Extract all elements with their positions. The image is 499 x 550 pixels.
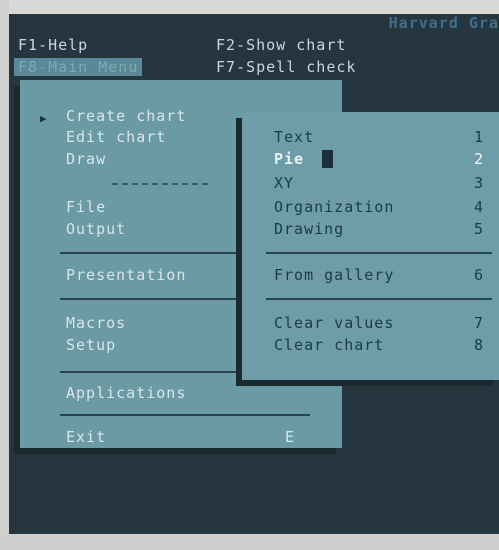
f1-help-key[interactable]: F1-Help (18, 36, 88, 54)
submenu-key-text: 1 (474, 128, 484, 146)
menu-item-output[interactable]: Output (66, 220, 126, 238)
menu-item-applications[interactable]: Applications (66, 384, 186, 402)
menu-item-create-chart[interactable]: Create chart (66, 107, 186, 125)
menu-item-edit-chart[interactable]: Edit chart (66, 128, 166, 146)
selection-arrow-icon: ▶ (40, 112, 47, 125)
submenu-key-xy: 3 (474, 174, 484, 192)
submenu-item-pie[interactable]: Pie (274, 150, 304, 168)
submenu-key-from-gallery: 6 (474, 266, 484, 284)
app-title: Harvard Gra (388, 14, 499, 32)
submenu-item-xy[interactable]: XY (274, 174, 294, 192)
menu-item-setup[interactable]: Setup (66, 336, 116, 354)
submenu-key-organization: 4 (474, 198, 484, 216)
separator (60, 414, 310, 416)
f7-spell-check-key[interactable]: F7-Spell check (216, 58, 356, 76)
f2-show-chart-key[interactable]: F2-Show chart (216, 36, 346, 54)
separator (266, 252, 492, 254)
text-cursor (322, 150, 333, 168)
submenu-key-clear-values: 7 (474, 314, 484, 332)
submenu-key-drawing: 5 (474, 220, 484, 238)
separator (266, 298, 492, 300)
menu-item-exit-key: E (285, 428, 296, 446)
submenu-item-clear-values[interactable]: Clear values (274, 314, 394, 332)
menu-item-presentation[interactable]: Presentation (66, 266, 186, 284)
bezel-left (0, 0, 9, 550)
submenu-key-clear-chart: 8 (474, 336, 484, 354)
bezel-bottom (0, 534, 499, 550)
bezel-top (0, 0, 499, 14)
f8-main-menu-key[interactable]: F8-Main Menu (14, 58, 143, 76)
submenu-item-organization[interactable]: Organization (274, 198, 394, 216)
menu-item-exit[interactable]: Exit (66, 428, 106, 446)
submenu-item-clear-chart[interactable]: Clear chart (274, 336, 384, 354)
menu-item-draw[interactable]: Draw (66, 150, 106, 168)
menu-item-macros[interactable]: Macros (66, 314, 126, 332)
submenu-item-drawing[interactable]: Drawing (274, 220, 344, 238)
separator (60, 371, 242, 373)
submenu-item-text[interactable]: Text (274, 128, 314, 146)
submenu-item-from-gallery[interactable]: From gallery (274, 266, 394, 284)
submenu-key-pie: 2 (474, 150, 484, 168)
menu-item-file[interactable]: File (66, 198, 106, 216)
separator (60, 252, 242, 254)
separator (60, 298, 242, 300)
separator (112, 183, 208, 185)
